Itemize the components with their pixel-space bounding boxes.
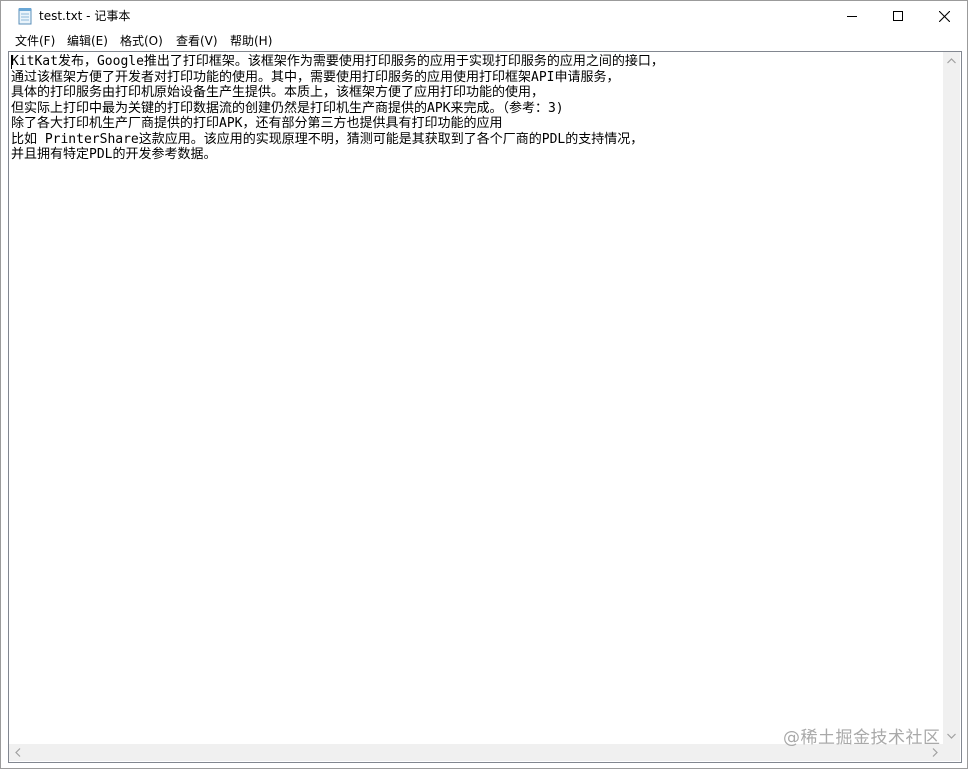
scrollbar-corner: [943, 744, 960, 761]
watermark: @稀土掘金技术社区: [783, 728, 941, 748]
minimize-icon: [847, 16, 857, 17]
menu-format[interactable]: 格式(O): [120, 32, 163, 50]
scroll-left-button[interactable]: [9, 744, 26, 761]
notepad-icon: [17, 7, 33, 25]
chevron-right-icon: [932, 748, 938, 757]
text-line: 通过该框架方便了开发者对打印功能的使用。其中，需要使用打印服务的应用使用打印框架…: [11, 69, 620, 85]
menu-edit[interactable]: 编辑(E): [67, 32, 108, 50]
chevron-up-icon: [947, 57, 956, 63]
text-content[interactable]: KitKat发布，Google推出了打印框架。该框架作为需要使用打印服务的应用于…: [11, 54, 941, 744]
maximize-icon: [893, 11, 903, 21]
close-button[interactable]: [921, 1, 967, 31]
notepad-window: test.txt - 记事本 文件(F) 编辑(E) 格式(O) 查看(V) 帮…: [0, 0, 968, 769]
text-caret: [11, 55, 12, 69]
text-line: 除了各大打印机生产厂商提供的打印APK，还有部分第三方也提供具有打印功能的应用: [11, 116, 503, 131]
close-icon: [938, 10, 950, 22]
menu-bar: 文件(F) 编辑(E) 格式(O) 查看(V) 帮助(H): [1, 31, 967, 51]
title-bar[interactable]: test.txt - 记事本: [1, 1, 967, 31]
text-line: 比如 PrinterShare这款应用。该应用的实现原理不明，猜测可能是其获取到…: [11, 131, 644, 147]
text-line: 但实际上打印中最为关键的打印数据流的创建仍然是打印机生产商提供的APK来完成。（…: [11, 100, 564, 116]
vertical-scrollbar[interactable]: [943, 52, 960, 744]
maximize-button[interactable]: [875, 1, 921, 31]
scroll-up-button[interactable]: [943, 52, 960, 69]
menu-view[interactable]: 查看(V): [176, 32, 218, 50]
chevron-left-icon: [14, 748, 20, 757]
window-title: test.txt - 记事本: [39, 9, 131, 23]
menu-help[interactable]: 帮助(H): [230, 32, 272, 50]
text-line: 具体的打印服务由打印机原始设备生产生提供。本质上，该框架方便了应用打印功能的使用…: [11, 85, 545, 100]
text-line: KitKat发布，Google推出了打印框架。该框架作为需要使用打印服务的应用于…: [11, 54, 664, 69]
chevron-down-icon: [947, 733, 956, 739]
text-editor[interactable]: KitKat发布，Google推出了打印框架。该框架作为需要使用打印服务的应用于…: [8, 51, 962, 763]
text-line: 并且拥有特定PDL的开发参考数据。: [11, 147, 217, 162]
minimize-button[interactable]: [829, 1, 875, 31]
menu-file[interactable]: 文件(F): [15, 32, 55, 50]
scroll-down-button[interactable]: [943, 727, 960, 744]
